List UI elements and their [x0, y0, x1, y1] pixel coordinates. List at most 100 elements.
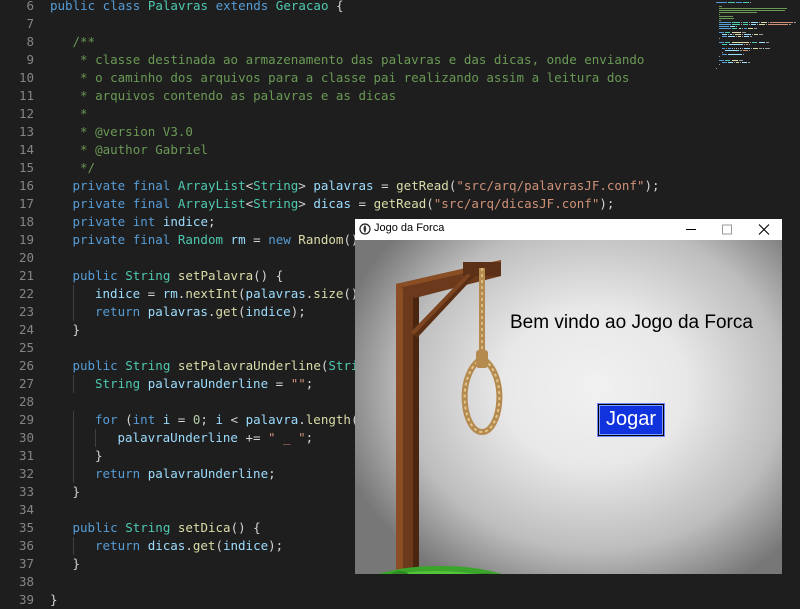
line-number: 34 — [18, 502, 34, 517]
code-token: } — [72, 556, 81, 571]
minimap-token — [722, 62, 727, 63]
minimap-token — [754, 28, 757, 29]
minimap-token — [728, 54, 742, 55]
code-token: getRead — [396, 178, 449, 193]
minimap-token — [749, 50, 750, 51]
code-token: public class — [50, 0, 148, 13]
code-text: * — [73, 105, 88, 123]
minimap-token — [738, 36, 741, 37]
code-token: rm — [230, 232, 246, 247]
code-token: String — [125, 520, 171, 535]
play-button[interactable]: Jogar — [598, 404, 664, 436]
code-text: * @version V3.0 — [73, 123, 193, 141]
minimap-token — [719, 10, 785, 11]
close-button[interactable] — [746, 219, 782, 240]
minimap-token — [749, 22, 750, 23]
close-icon — [758, 224, 770, 235]
code-line[interactable]: 14 * @author Gabriel — [0, 141, 720, 159]
minimap-token — [754, 34, 758, 35]
code-token: ( — [238, 304, 246, 319]
line-number: 32 — [18, 466, 34, 481]
code-line[interactable]: 7 — [0, 15, 720, 33]
minimap[interactable] — [712, 0, 796, 80]
minimap-token — [728, 34, 729, 35]
gallows-illustration — [378, 260, 503, 574]
minimap-token — [742, 62, 747, 63]
minimap-token — [750, 2, 751, 3]
code-token: ); — [268, 538, 284, 553]
code-token: get — [215, 304, 239, 319]
minimap-token — [744, 28, 747, 29]
minimap-token — [744, 36, 749, 37]
minimap-token — [794, 22, 796, 23]
minimap-token — [768, 24, 788, 25]
code-token: * — [72, 106, 88, 121]
minimap-token — [742, 36, 743, 37]
window-titlebar[interactable]: Jogo da Forca — [355, 219, 782, 240]
code-text: } — [73, 321, 81, 339]
line-number: 9 — [26, 52, 34, 67]
code-line[interactable]: 12 * — [0, 105, 720, 123]
minimap-token — [719, 24, 731, 25]
code-token: palavras — [245, 286, 306, 301]
line-number: 14 — [18, 142, 34, 157]
minimap-token — [732, 42, 749, 43]
code-line[interactable]: 6 public class Palavras extends Geracao { — [0, 0, 720, 15]
minimize-button[interactable] — [673, 219, 709, 240]
code-text: private int indice; — [73, 213, 216, 231]
code-line[interactable]: 16 private final ArrayList<String> palavr… — [0, 177, 720, 195]
minimap-token — [748, 62, 750, 63]
minimap-token — [753, 48, 758, 49]
line-number: 29 — [18, 412, 34, 427]
minimap-token — [739, 60, 743, 61]
code-token: } — [72, 322, 81, 337]
code-line[interactable]: 15 */ — [0, 159, 720, 177]
maximize-button[interactable] — [709, 219, 745, 240]
code-token: ; — [207, 214, 216, 229]
minimap-token — [719, 18, 734, 19]
code-token: ( — [238, 286, 246, 301]
code-line[interactable]: 9 * classe destinada ao armazenamento da… — [0, 51, 720, 69]
code-line[interactable]: 8 /** — [0, 33, 720, 51]
minimap-token — [728, 2, 735, 3]
line-number: 26 — [18, 358, 34, 373]
code-token: public — [72, 268, 126, 283]
line-number: 11 — [18, 88, 34, 103]
code-token: ; — [305, 430, 314, 445]
code-token: = — [140, 286, 163, 301]
code-token: nextInt — [185, 286, 239, 301]
code-line[interactable]: 38 — [0, 573, 720, 591]
minimap-token — [741, 24, 742, 25]
code-token: } — [72, 484, 81, 499]
code-text: return palavraUnderline; — [95, 465, 276, 483]
minimap-token — [750, 36, 752, 37]
minimap-token — [732, 60, 738, 61]
code-token: dicas — [147, 538, 186, 553]
code-line[interactable]: 13 * @version V3.0 — [0, 123, 720, 141]
code-token: indice — [162, 214, 208, 229]
minimap-token — [734, 62, 735, 63]
game-window[interactable]: Jogo da Forca Bem vindo ao Jogo da Forca… — [355, 219, 782, 574]
minimap-token — [719, 38, 720, 39]
minimap-token — [766, 42, 769, 43]
code-token: indice — [95, 286, 141, 301]
code-token: palavra — [245, 412, 299, 427]
line-number: 10 — [18, 70, 34, 85]
code-line[interactable]: 39} — [0, 591, 720, 609]
minimap-token — [732, 48, 733, 49]
line-number: 25 — [18, 340, 34, 355]
code-token: < — [245, 196, 254, 211]
code-line[interactable]: 11 * arquivos contendo as palavras e as … — [0, 87, 720, 105]
code-token: extends — [208, 0, 276, 13]
code-token: () { — [253, 268, 284, 283]
code-line[interactable]: 10 * o caminho dos arquivos para a class… — [0, 69, 720, 87]
code-token: > — [298, 178, 314, 193]
minimap-token — [736, 26, 737, 27]
minimap-token — [763, 48, 764, 49]
code-text: public String setDica() { — [73, 519, 261, 537]
code-token: ( — [215, 538, 223, 553]
code-text: */ — [73, 159, 95, 177]
code-line[interactable]: 17 private final ArrayList<String> dicas … — [0, 195, 720, 213]
minimap-token — [719, 56, 720, 57]
indent-guide — [72, 411, 74, 429]
